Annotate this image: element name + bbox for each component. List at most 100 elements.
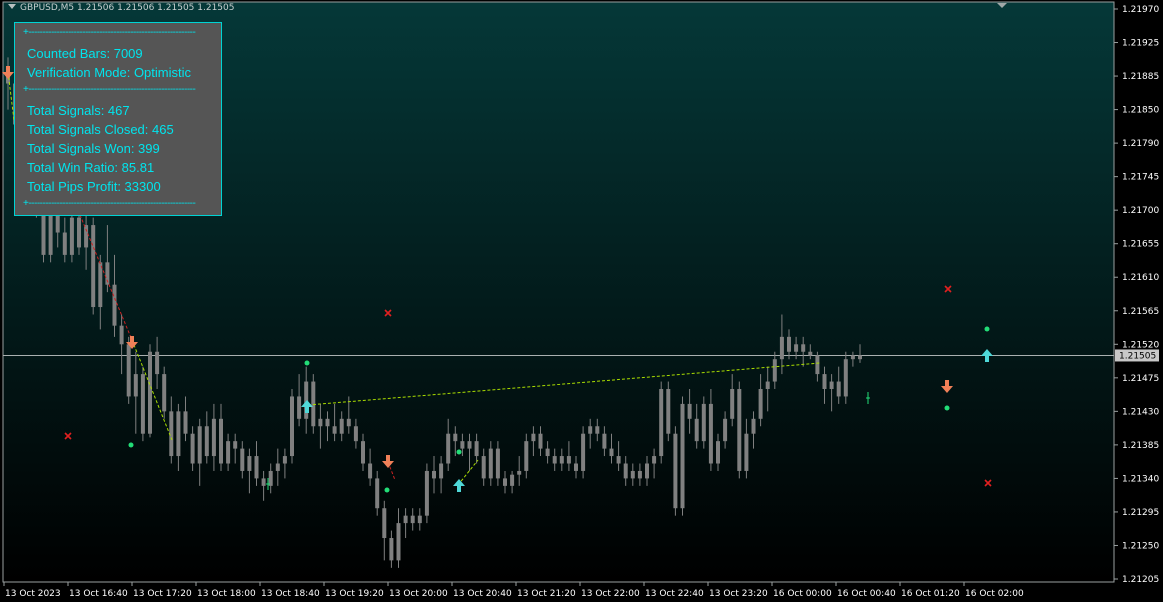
candle-body (474, 441, 479, 457)
price-tick-label: 1.21340 (1122, 474, 1159, 484)
candle-body (545, 448, 550, 457)
candle-body (716, 441, 720, 464)
candle-body (254, 456, 259, 479)
candle-body (275, 463, 280, 471)
candle-body (694, 418, 699, 442)
signals-closed: Total Signals Closed: 465 (27, 122, 174, 137)
candle-body (148, 351, 152, 434)
candle-body (552, 456, 557, 464)
candle-body (332, 426, 337, 434)
candle-body (765, 381, 770, 389)
candle-body (808, 351, 813, 356)
candle-body (503, 478, 507, 486)
candle-body (297, 396, 302, 419)
candle-body (382, 508, 387, 539)
candle-body (84, 225, 89, 248)
candle-body (701, 403, 706, 442)
collapse-triangle-icon[interactable] (8, 4, 16, 9)
candle-body (595, 426, 600, 434)
time-tick-label: 16 Oct 00:40 (837, 589, 896, 599)
candle-body (155, 351, 160, 375)
candle-body (417, 515, 422, 524)
candle-body (311, 381, 316, 427)
candle-body (346, 418, 351, 427)
candle-body (389, 538, 394, 561)
time-tick-label: 13 Oct 22:00 (581, 589, 640, 599)
price-tick-label: 1.21295 (1122, 508, 1159, 518)
price-tick-label: 1.21790 (1122, 139, 1159, 149)
candle-body (375, 478, 380, 509)
candle-body (133, 374, 138, 397)
candle-body (623, 463, 628, 479)
candle-body (69, 217, 74, 255)
symbol-quote: GBPUSD,M5 1.21506 1.21506 1.21505 1.2150… (20, 3, 235, 13)
candle-body (574, 463, 578, 471)
candle-body (559, 456, 564, 464)
price-tick-label: 1.21475 (1122, 374, 1159, 384)
price-tick-label: 1.21970 (1122, 5, 1159, 15)
candle-body (858, 355, 862, 360)
candle-body (339, 418, 344, 434)
candle-body (758, 389, 763, 419)
candle-body (410, 515, 415, 524)
signals-won: Total Signals Won: 399 (27, 141, 160, 156)
candle-body (481, 456, 486, 479)
candle-body (176, 411, 181, 457)
candle-body (616, 456, 621, 464)
candle-body (112, 284, 117, 326)
candle-body (424, 470, 429, 516)
price-tick-label: 1.21700 (1122, 206, 1159, 216)
time-tick-label: 13 Oct 2023 (5, 589, 61, 599)
current-price-tag: 1.21505 (1115, 349, 1159, 362)
candle-body (666, 389, 671, 434)
win-dot-icon (944, 405, 950, 411)
candle-body (467, 441, 472, 449)
candle-body (240, 448, 245, 471)
price-tick-label: 1.21850 (1122, 106, 1159, 116)
pips-profit: Total Pips Profit: 33300 (27, 179, 161, 194)
statistics-panel: +---------------------------------------… (14, 22, 222, 216)
candle-body (396, 523, 401, 561)
win-dot-icon (128, 442, 134, 448)
candle-body (290, 396, 294, 457)
candle-body (822, 374, 827, 389)
candle-body (680, 403, 685, 509)
candle-body (318, 418, 323, 427)
candle-body (247, 456, 252, 471)
candle-body (453, 433, 458, 442)
candle-body (446, 433, 451, 464)
candle-body (432, 470, 436, 479)
win-dot-icon (456, 449, 462, 455)
time-tick-label: 16 Oct 00:00 (773, 589, 832, 599)
panel-separator: +---------------------------------------… (23, 27, 196, 38)
price-tick-label: 1.21885 (1122, 72, 1159, 82)
candle-body (836, 381, 841, 397)
time-tick-label: 13 Oct 17:20 (133, 589, 192, 599)
candle-body (787, 336, 791, 352)
candle-body (361, 441, 365, 464)
candle-body (637, 470, 642, 479)
win-dot-icon (984, 326, 990, 332)
price-tick-label: 1.21430 (1122, 407, 1159, 417)
candle-body (368, 463, 373, 479)
candle-body (233, 441, 238, 449)
price-tick-label: 1.21565 (1122, 307, 1159, 317)
candle-body (801, 344, 806, 352)
time-tick-label: 13 Oct 20:00 (389, 589, 448, 599)
price-tick-label: 1.21610 (1122, 273, 1159, 283)
candle-body (850, 355, 855, 360)
candle-body (439, 463, 444, 479)
price-tick-label: 1.21250 (1122, 541, 1159, 551)
price-tick-label: 1.21655 (1122, 240, 1159, 250)
time-tick-label: 13 Oct 18:00 (197, 589, 256, 599)
candle-body (211, 418, 216, 457)
candle-body (843, 359, 848, 397)
candle-body (119, 325, 124, 345)
candle-body (282, 456, 287, 464)
candle-body (581, 433, 586, 471)
time-tick-label: 13 Oct 21:20 (517, 589, 576, 599)
candle-body (204, 426, 209, 457)
win-dot-icon (384, 487, 390, 493)
candle-body (815, 355, 820, 375)
candle-body (744, 433, 749, 471)
